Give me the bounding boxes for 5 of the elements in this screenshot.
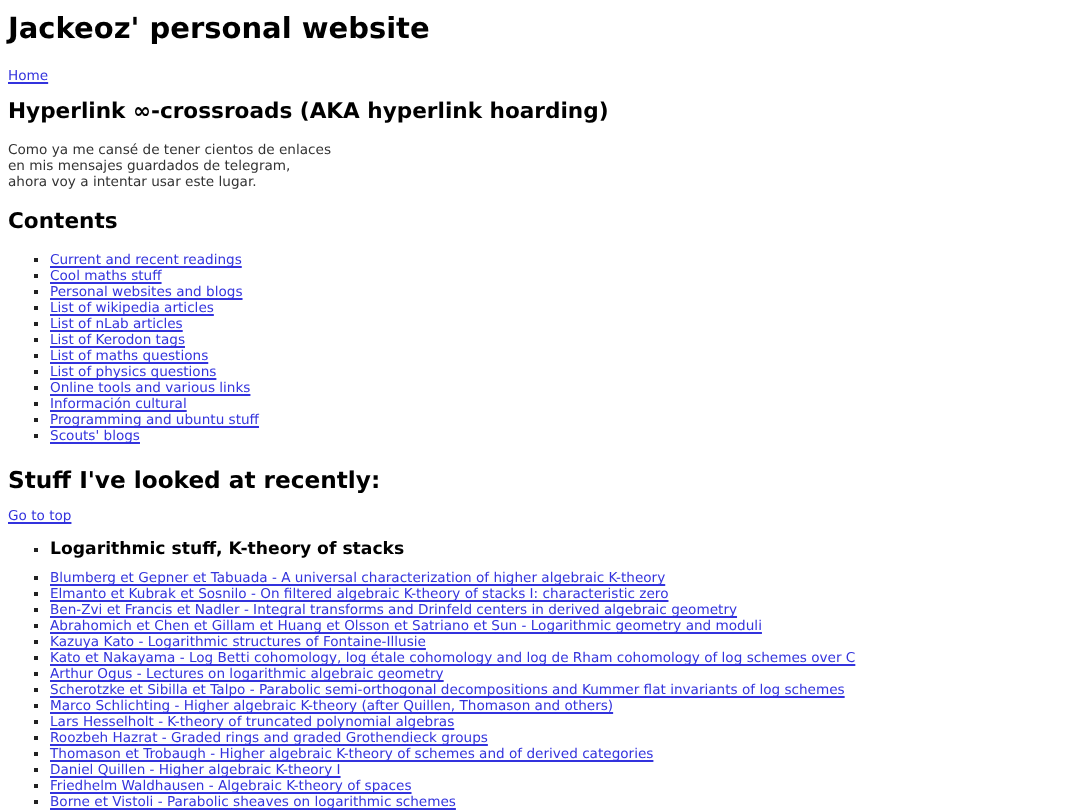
page-title: Hyperlink ∞-crossroads (AKA hyperlink hoarding) bbox=[8, 98, 611, 124]
section-heading: Contents bbox=[8, 208, 120, 234]
site-title: Jackeoz' personal website bbox=[8, 14, 432, 46]
subsection-heading: Logarithmic stuff, K-theory of stacks bbox=[50, 541, 405, 557]
section-heading: Stuff I've looked at recently: bbox=[8, 466, 383, 494]
